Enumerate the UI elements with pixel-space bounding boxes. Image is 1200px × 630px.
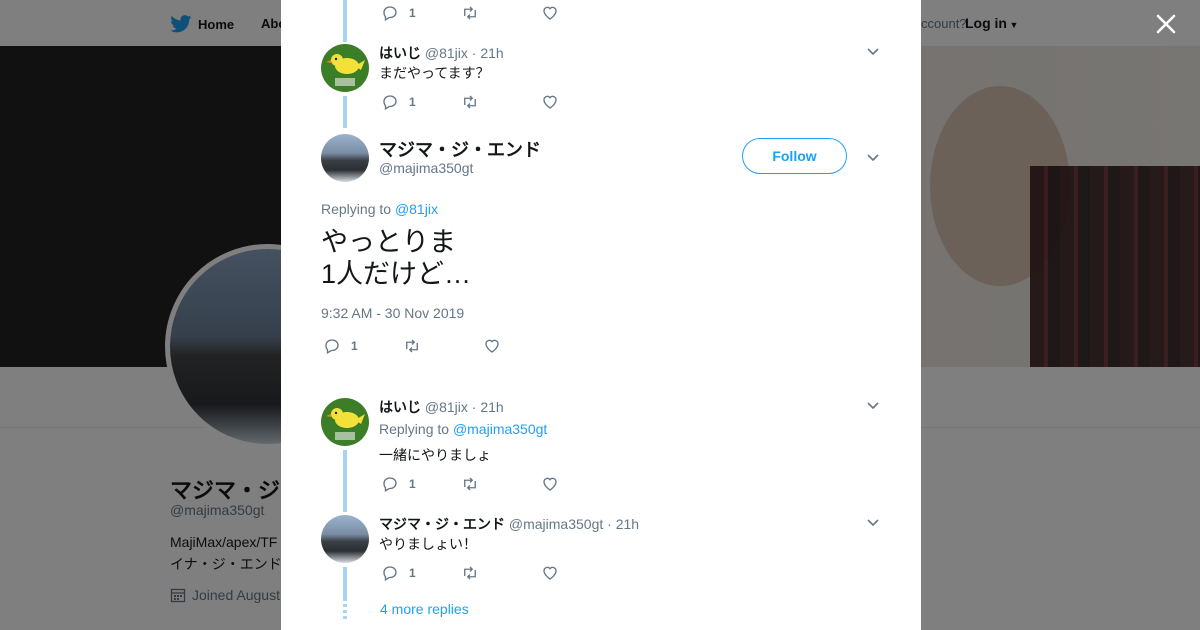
thread-dots: [343, 604, 347, 620]
reply-count: 1: [409, 566, 416, 580]
tweet-author-name[interactable]: はいじ: [379, 399, 421, 415]
tweet-text: 一緒にやりましょ: [379, 447, 491, 463]
replying-to: Replying to @81jix: [321, 201, 438, 217]
reply-count: 1: [409, 95, 416, 109]
tweet-actions: 1: [381, 563, 559, 583]
tweet-actions: 1: [323, 336, 501, 356]
avatar[interactable]: [321, 515, 369, 563]
tweet-permalink-modal: 1 はいじ @81jix · 21h まだやってます？ 1 マジマ・ジ・エンド …: [281, 0, 921, 630]
replying-to-link[interactable]: @majima350gt: [453, 421, 547, 437]
close-icon[interactable]: [1152, 10, 1180, 38]
thread-line: [343, 96, 347, 128]
reply-action[interactable]: 1: [323, 337, 403, 355]
reply-action[interactable]: 1: [381, 4, 461, 22]
heart-icon: [485, 339, 499, 353]
tweet-author-handle[interactable]: @81jix: [425, 399, 468, 415]
reply-action[interactable]: 1: [381, 475, 461, 493]
tweet-author-handle[interactable]: @81jix: [425, 45, 468, 61]
avatar[interactable]: [321, 134, 369, 182]
like-action[interactable]: [483, 337, 501, 355]
reply-count: 1: [351, 339, 358, 353]
tweet-actions: 1: [381, 474, 559, 494]
tweet-header: マジマ・ジ・エンド @majima350gt · 21h: [379, 514, 639, 534]
main-tweet-text: やっとりま 1人だけど…: [321, 226, 471, 290]
chevron-down-icon[interactable]: [865, 514, 881, 530]
retweet-icon: [464, 566, 476, 580]
main-tweet-timestamp[interactable]: 9:32 AM - 30 Nov 2019: [321, 305, 464, 321]
tweet-time[interactable]: · 21h: [607, 516, 639, 532]
chevron-down-icon[interactable]: [865, 43, 881, 59]
retweet-action[interactable]: [461, 475, 541, 493]
tweet-author-name[interactable]: マジマ・ジ・エンド: [379, 516, 505, 532]
reply-icon: [325, 339, 339, 354]
retweet-action[interactable]: [461, 564, 541, 582]
avatar[interactable]: [321, 44, 369, 92]
main-tweet-text-line2: 1人だけど…: [321, 259, 472, 289]
heart-icon: [543, 6, 557, 20]
reply-icon: [383, 566, 397, 581]
replying-to-label: Replying to: [379, 421, 450, 437]
retweet-icon: [406, 339, 418, 353]
chevron-down-icon[interactable]: [865, 149, 881, 165]
like-action[interactable]: [541, 93, 559, 111]
retweet-icon: [464, 95, 476, 109]
retweet-icon: [464, 477, 476, 491]
reply-count: 1: [409, 477, 416, 491]
reply-icon: [383, 6, 397, 21]
tweet-time[interactable]: · 21h: [472, 45, 504, 61]
main-tweet-text-line1: やっとりま: [321, 227, 456, 257]
main-tweet-author-handle[interactable]: @majima350gt: [379, 160, 473, 176]
heart-icon: [543, 566, 557, 580]
like-action[interactable]: [541, 475, 559, 493]
replying-to: Replying to @majima350gt: [379, 421, 547, 437]
tweet-time[interactable]: · 21h: [472, 399, 504, 415]
retweet-action[interactable]: [461, 4, 541, 22]
tweet-actions: 1: [381, 3, 559, 23]
main-tweet-author-name[interactable]: マジマ・ジ・エンド: [379, 136, 541, 162]
tweet-author-name[interactable]: はいじ: [379, 45, 421, 61]
retweet-action[interactable]: [461, 93, 541, 111]
like-action[interactable]: [541, 4, 559, 22]
more-replies-link[interactable]: 4 more replies: [380, 601, 469, 617]
like-action[interactable]: [541, 564, 559, 582]
heart-icon: [543, 95, 557, 109]
replying-to-label: Replying to: [321, 201, 392, 217]
tweet-header: はいじ @81jix · 21h: [379, 397, 504, 417]
reply-icon: [383, 95, 397, 110]
follow-button[interactable]: Follow: [742, 138, 847, 174]
bird-avatar-icon: [326, 54, 365, 86]
tweet-text: まだやってます？: [379, 65, 490, 81]
replying-to-link[interactable]: @81jix: [395, 201, 438, 217]
thread-line: [343, 0, 347, 42]
avatar[interactable]: [321, 398, 369, 446]
tweet-header: はいじ @81jix · 21h: [379, 43, 504, 63]
reply-count: 1: [409, 6, 416, 20]
reply-icon: [383, 477, 397, 492]
thread-line: [343, 450, 347, 512]
retweet-action[interactable]: [403, 337, 483, 355]
chevron-down-icon[interactable]: [865, 397, 881, 413]
reply-action[interactable]: 1: [381, 93, 461, 111]
thread-line: [343, 567, 347, 601]
retweet-icon: [464, 6, 476, 20]
bird-avatar-icon: [326, 408, 365, 440]
heart-icon: [543, 477, 557, 491]
tweet-author-handle[interactable]: @majima350gt: [509, 516, 603, 532]
tweet-actions: 1: [381, 92, 559, 112]
reply-action[interactable]: 1: [381, 564, 461, 582]
tweet-text: やりましょい！: [379, 536, 477, 552]
